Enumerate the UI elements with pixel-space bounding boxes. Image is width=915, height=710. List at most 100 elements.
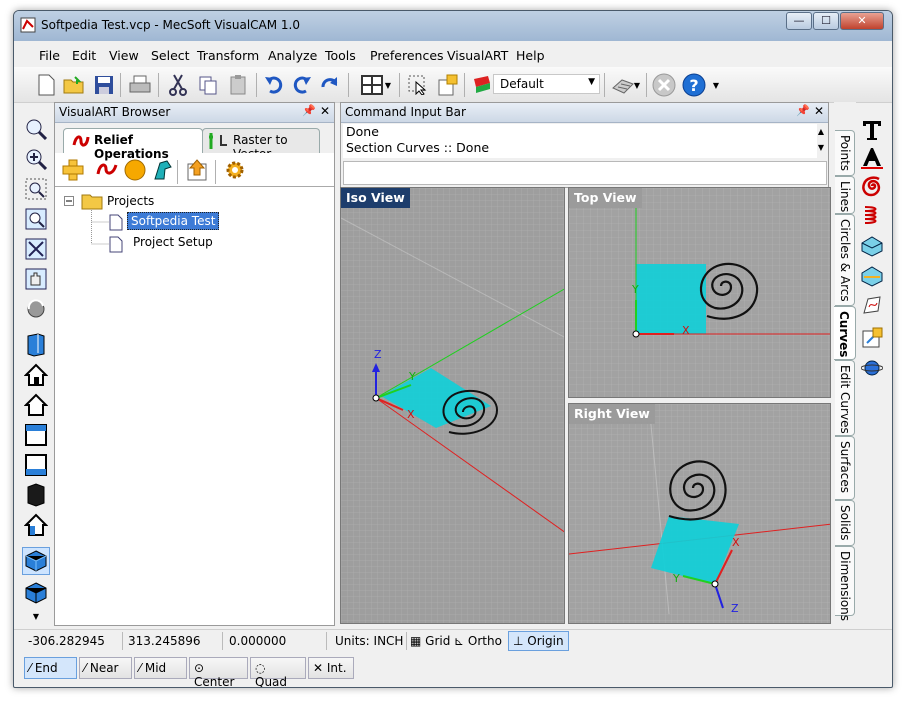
pan-icon[interactable] xyxy=(24,267,48,291)
tab-lines[interactable]: Lines xyxy=(835,176,855,214)
tab-edit-curves[interactable]: Edit Curves xyxy=(835,360,855,436)
curve-from-surface-icon[interactable] xyxy=(859,233,885,259)
tree-item-softpedia-test[interactable]: Softpedia Test xyxy=(127,212,220,230)
project-curve-icon[interactable] xyxy=(859,293,885,319)
tab-solids[interactable]: Solids xyxy=(835,500,855,546)
tab-relief-operations[interactable]: Relief Operations xyxy=(63,128,203,161)
rotate-icon[interactable] xyxy=(24,297,48,321)
ortho-toggle[interactable]: ⊾ Ortho xyxy=(454,634,502,648)
material-combo[interactable]: Default ▼ xyxy=(493,74,600,94)
tab-surfaces[interactable]: Surfaces xyxy=(835,436,855,500)
snap-center-button[interactable]: ⊙ Center xyxy=(189,657,248,687)
snap-quad-button[interactable]: ◌ Quad xyxy=(250,657,306,687)
properties-icon[interactable] xyxy=(434,71,462,99)
tree-item-project-setup[interactable]: Project Setup xyxy=(133,235,213,249)
menu-help[interactable]: Help xyxy=(516,48,545,63)
zoom-in-icon[interactable] xyxy=(24,147,48,171)
select-icon[interactable] xyxy=(404,71,432,99)
raster-vector-icon xyxy=(209,133,227,149)
snap-mid-button[interactable]: ⁄ Mid xyxy=(134,657,187,679)
view-top-icon[interactable] xyxy=(24,423,48,447)
snap-int-button[interactable]: ✕ Int. xyxy=(308,657,354,679)
pin-icon[interactable]: 📌 xyxy=(302,104,316,117)
menu-visualart[interactable]: VisualART xyxy=(447,48,508,63)
pin-icon[interactable]: 📌 xyxy=(796,104,810,117)
menu-edit[interactable]: Edit xyxy=(72,48,96,63)
snap-near-button[interactable]: ⁄ Near xyxy=(79,657,132,679)
cut-icon[interactable] xyxy=(164,71,192,99)
menu-select[interactable]: Select xyxy=(151,48,190,63)
view-iso-home-icon[interactable] xyxy=(24,513,48,537)
minimize-button[interactable]: — xyxy=(786,12,812,30)
toolbar-overflow-icon[interactable]: ▼ xyxy=(24,611,48,621)
copy-icon[interactable] xyxy=(194,71,222,99)
view-home-icon[interactable] xyxy=(24,363,48,387)
tree-expand-icon[interactable] xyxy=(64,196,75,210)
redo-icon[interactable] xyxy=(288,71,316,99)
tab-curves[interactable]: Curves xyxy=(834,306,856,360)
menu-transform[interactable]: Transform xyxy=(197,48,259,63)
repeat-icon[interactable] xyxy=(316,71,344,99)
tree-root-label[interactable]: Projects xyxy=(107,194,154,208)
viewport-layout-icon[interactable]: ▼ xyxy=(356,71,396,99)
view-cube-icon[interactable] xyxy=(24,581,48,605)
help-icon[interactable]: ? xyxy=(680,71,708,99)
view-front-icon[interactable] xyxy=(24,333,48,357)
export-icon[interactable] xyxy=(185,158,209,182)
zoom-icon[interactable] xyxy=(24,117,48,141)
view-house-icon[interactable] xyxy=(24,393,48,417)
menu-view[interactable]: View xyxy=(109,48,139,63)
add-relief-icon[interactable] xyxy=(61,158,85,182)
tab-points[interactable]: Points xyxy=(835,130,855,176)
view-bottom-icon[interactable] xyxy=(24,453,48,477)
view-iso-icon[interactable] xyxy=(22,547,50,575)
top-viewport[interactable]: Y X Top View xyxy=(568,187,831,398)
command-input-field[interactable] xyxy=(343,161,827,185)
tab-raster-to-vector[interactable]: Raster to Vector xyxy=(202,128,320,161)
close-button[interactable]: ✕ xyxy=(840,12,884,30)
spiral-icon[interactable] xyxy=(859,173,885,199)
snap-toolbar: ⁄ End ⁄ Near ⁄ Mid ⊙ Center ◌ Quad ✕ Int… xyxy=(14,654,892,687)
print-icon[interactable] xyxy=(126,71,154,99)
menu-analyze[interactable]: Analyze xyxy=(268,48,317,63)
render-mode-icon[interactable]: ▼ xyxy=(608,71,644,99)
text-outline-icon[interactable] xyxy=(859,145,885,171)
planet-icon[interactable] xyxy=(859,355,885,381)
undo-icon[interactable] xyxy=(260,71,288,99)
snap-end-button[interactable]: ⁄ End xyxy=(24,657,77,679)
close-icon[interactable]: ✕ xyxy=(814,104,824,118)
origin-toggle[interactable]: ⊥ Origin xyxy=(508,631,569,651)
settings-gear-icon[interactable] xyxy=(223,158,247,182)
new-file-icon[interactable] xyxy=(32,71,60,99)
ortho-icon: ⊾ xyxy=(454,634,465,648)
zoom-window-icon[interactable] xyxy=(24,177,48,201)
menu-preferences[interactable]: Preferences xyxy=(370,48,444,63)
maximize-button[interactable]: ☐ xyxy=(813,12,839,30)
paste-icon[interactable] xyxy=(224,71,252,99)
zoom-extents-icon[interactable] xyxy=(24,237,48,261)
units-label: Units: INCH xyxy=(335,634,404,648)
save-icon[interactable] xyxy=(90,71,118,99)
close-icon[interactable]: ✕ xyxy=(320,104,330,118)
sculpt-icon[interactable] xyxy=(151,158,175,182)
open-folder-icon[interactable] xyxy=(60,71,88,99)
cancel-icon[interactable] xyxy=(650,71,678,99)
tab-dimensions[interactable]: Dimensions xyxy=(835,546,855,621)
silhouette-curve-icon[interactable] xyxy=(859,325,885,351)
section-curves-icon[interactable] xyxy=(859,263,885,289)
menu-file[interactable]: File xyxy=(39,48,60,63)
menu-tools[interactable]: Tools xyxy=(325,48,356,63)
grid-toggle[interactable]: ▦ Grid xyxy=(410,634,450,648)
sphere-icon[interactable] xyxy=(123,158,147,182)
view-solid-icon[interactable] xyxy=(24,483,48,507)
right-viewport[interactable]: Z Y X Right View xyxy=(568,403,831,624)
helix-icon[interactable] xyxy=(859,201,885,227)
material-icon[interactable] xyxy=(468,71,496,99)
iso-viewport[interactable]: Z Y X Iso View xyxy=(340,187,565,624)
tab-circles-arcs[interactable]: Circles & Arcs xyxy=(835,214,855,306)
toolbar-overflow-icon[interactable]: ▼ xyxy=(710,71,722,99)
command-scrollbar[interactable]: ▲ ▼ xyxy=(816,124,826,158)
zoom-selection-icon[interactable] xyxy=(24,207,48,231)
text-icon[interactable] xyxy=(859,117,885,143)
relief-op-icon[interactable] xyxy=(95,158,119,182)
